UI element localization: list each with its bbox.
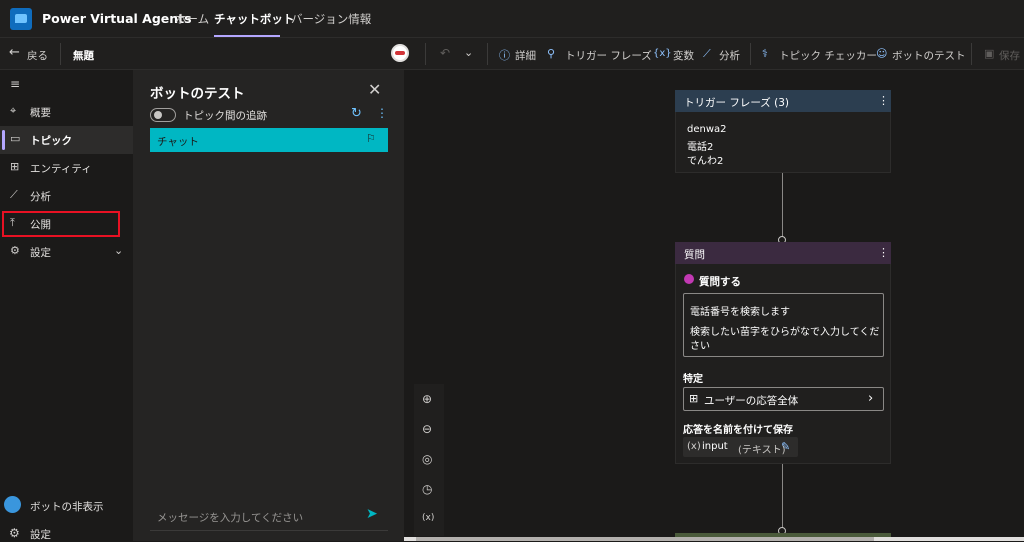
undo-icon[interactable]: ↶ — [440, 46, 450, 60]
question-card-header — [675, 242, 891, 264]
bot-icon[interactable] — [4, 496, 21, 513]
zoom-in-icon[interactable]: ⊕ — [422, 392, 432, 406]
edit-icon[interactable]: ✎ — [781, 440, 790, 453]
publish-highlight-box — [2, 211, 120, 237]
chat-tab-label: チャット — [157, 136, 199, 148]
nav-item-label: トピック — [30, 135, 72, 147]
nav-item-settings[interactable]: ⚙ 設定 ⌄ — [0, 238, 133, 266]
track-topics-toggle[interactable] — [150, 108, 176, 122]
question-icon — [684, 274, 694, 284]
topic-name[interactable]: 無題 — [73, 48, 94, 63]
entity-icon: ⊞ — [10, 160, 20, 173]
trigger-phrase: でんわ2 — [687, 156, 724, 167]
close-icon[interactable]: ✕ — [368, 80, 381, 99]
chevron-right-icon: › — [868, 391, 874, 406]
hide-bot-button[interactable]: ボットの非表示 — [30, 499, 104, 514]
topics-icon: ▭ — [10, 132, 21, 145]
nav-item-entities[interactable]: ⊞ エンティティ — [0, 154, 133, 182]
refresh-icon[interactable]: ↻ — [351, 106, 362, 121]
question-message-line: 検索したい苗字をひらがなで入力してくだ — [690, 327, 880, 338]
topic-checker-button[interactable]: トピック チェッカー — [779, 48, 877, 63]
active-indicator — [2, 130, 5, 150]
divider — [750, 43, 751, 65]
variable-name: input — [702, 441, 728, 452]
hamburger-menu-icon[interactable]: ≡ — [10, 77, 20, 91]
question-message-line: さい — [690, 341, 710, 352]
test-bot-button[interactable]: ボットのテスト — [892, 48, 966, 63]
more-options-icon[interactable]: ⋮ — [878, 246, 889, 259]
identify-value: ユーザーの応答全体 — [704, 395, 799, 407]
topic-checker-icon[interactable]: ⚕ — [762, 47, 768, 60]
trigger-phrase: 電話2 — [687, 142, 714, 153]
connector-line — [782, 173, 783, 237]
nav-item-analytics[interactable]: ⟋ 分析 — [0, 182, 133, 210]
overview-icon: ⌖ — [10, 104, 17, 117]
connector-line — [782, 464, 783, 530]
track-topics-label: トピック間の追跡 — [183, 110, 267, 122]
entity-icon: ⊞ — [689, 392, 699, 405]
chevron-down-icon[interactable]: ⌄ — [464, 46, 473, 59]
app-title: Power Virtual Agents — [42, 11, 192, 26]
ask-question-label: 質問する — [699, 276, 741, 288]
settings-icon[interactable]: ⚙ — [9, 526, 20, 540]
zoom-out-icon[interactable]: ⊖ — [422, 422, 432, 436]
details-button[interactable]: 詳細 — [515, 48, 536, 63]
trigger-icon[interactable]: ⚲ — [547, 47, 555, 60]
nav-item-label: エンティティ — [30, 163, 92, 175]
bot-avatar[interactable] — [391, 44, 409, 62]
more-options-icon[interactable]: ⋮ — [376, 106, 388, 120]
question-message-line: 電話番号を検索します — [690, 307, 790, 318]
history-icon[interactable]: ◷ — [422, 482, 432, 496]
scrollbar-thumb[interactable] — [416, 537, 874, 541]
divider — [971, 43, 972, 65]
save-response-label: 応答を名前を付けて保存 — [683, 425, 793, 436]
info-icon[interactable]: ⓘ — [499, 47, 510, 63]
bottom-settings-button[interactable]: 設定 — [30, 527, 51, 542]
fit-icon[interactable]: ◎ — [422, 452, 432, 466]
back-button[interactable]: 戻る — [27, 48, 48, 63]
back-arrow-icon[interactable]: ← — [9, 45, 20, 60]
divider — [60, 43, 61, 65]
flag-icon[interactable]: ⚐ — [366, 132, 376, 145]
bot-test-icon[interactable]: ☺ — [876, 47, 887, 60]
question-card-title: 質問 — [684, 249, 705, 261]
settings-icon: ⚙ — [10, 244, 20, 257]
variable-type: (テキスト) — [738, 445, 786, 456]
nav-item-label: 分析 — [30, 191, 51, 203]
message-input-placeholder: メッセージを入力してください — [157, 512, 304, 524]
trigger-phrase: denwa2 — [687, 124, 727, 135]
tab-chatbot[interactable]: チャットボット — [214, 11, 294, 27]
analytics-icon[interactable]: ⟋ — [703, 47, 711, 61]
divider — [425, 43, 426, 65]
save-icon: ▣ — [984, 47, 995, 60]
more-options-icon[interactable]: ⋮ — [878, 94, 889, 107]
variables-button[interactable]: 変数 — [673, 48, 694, 63]
trigger-card-title: トリガー フレーズ (3) — [684, 97, 790, 109]
send-icon[interactable]: ➤ — [366, 506, 378, 522]
nav-item-topics[interactable]: ▭ トピック — [0, 126, 133, 154]
nav-item-overview[interactable]: ⌖ 概要 — [0, 98, 133, 126]
nav-item-label: 設定 — [30, 247, 51, 259]
app-logo-icon — [10, 8, 32, 30]
test-panel-title: ボットのテスト — [150, 86, 245, 102]
variable-icon[interactable]: (x) — [422, 513, 434, 523]
identify-label: 特定 — [683, 374, 703, 385]
trigger-phrases-button[interactable]: トリガー フレーズ — [565, 48, 652, 63]
active-tab-indicator — [214, 35, 280, 37]
save-button: 保存 — [999, 50, 1020, 62]
variable-prefix: (x) — [687, 441, 701, 452]
analytics-button[interactable]: 分析 — [719, 48, 740, 63]
variable-icon[interactable]: {x} — [653, 48, 672, 59]
divider — [487, 43, 488, 65]
tab-version-info[interactable]: バージョン情報 — [291, 11, 371, 27]
tab-home[interactable]: ホーム — [175, 11, 209, 27]
nav-item-label: 概要 — [30, 107, 51, 119]
chevron-down-icon: ⌄ — [114, 244, 124, 257]
analytics-icon: ⟋ — [10, 188, 18, 201]
